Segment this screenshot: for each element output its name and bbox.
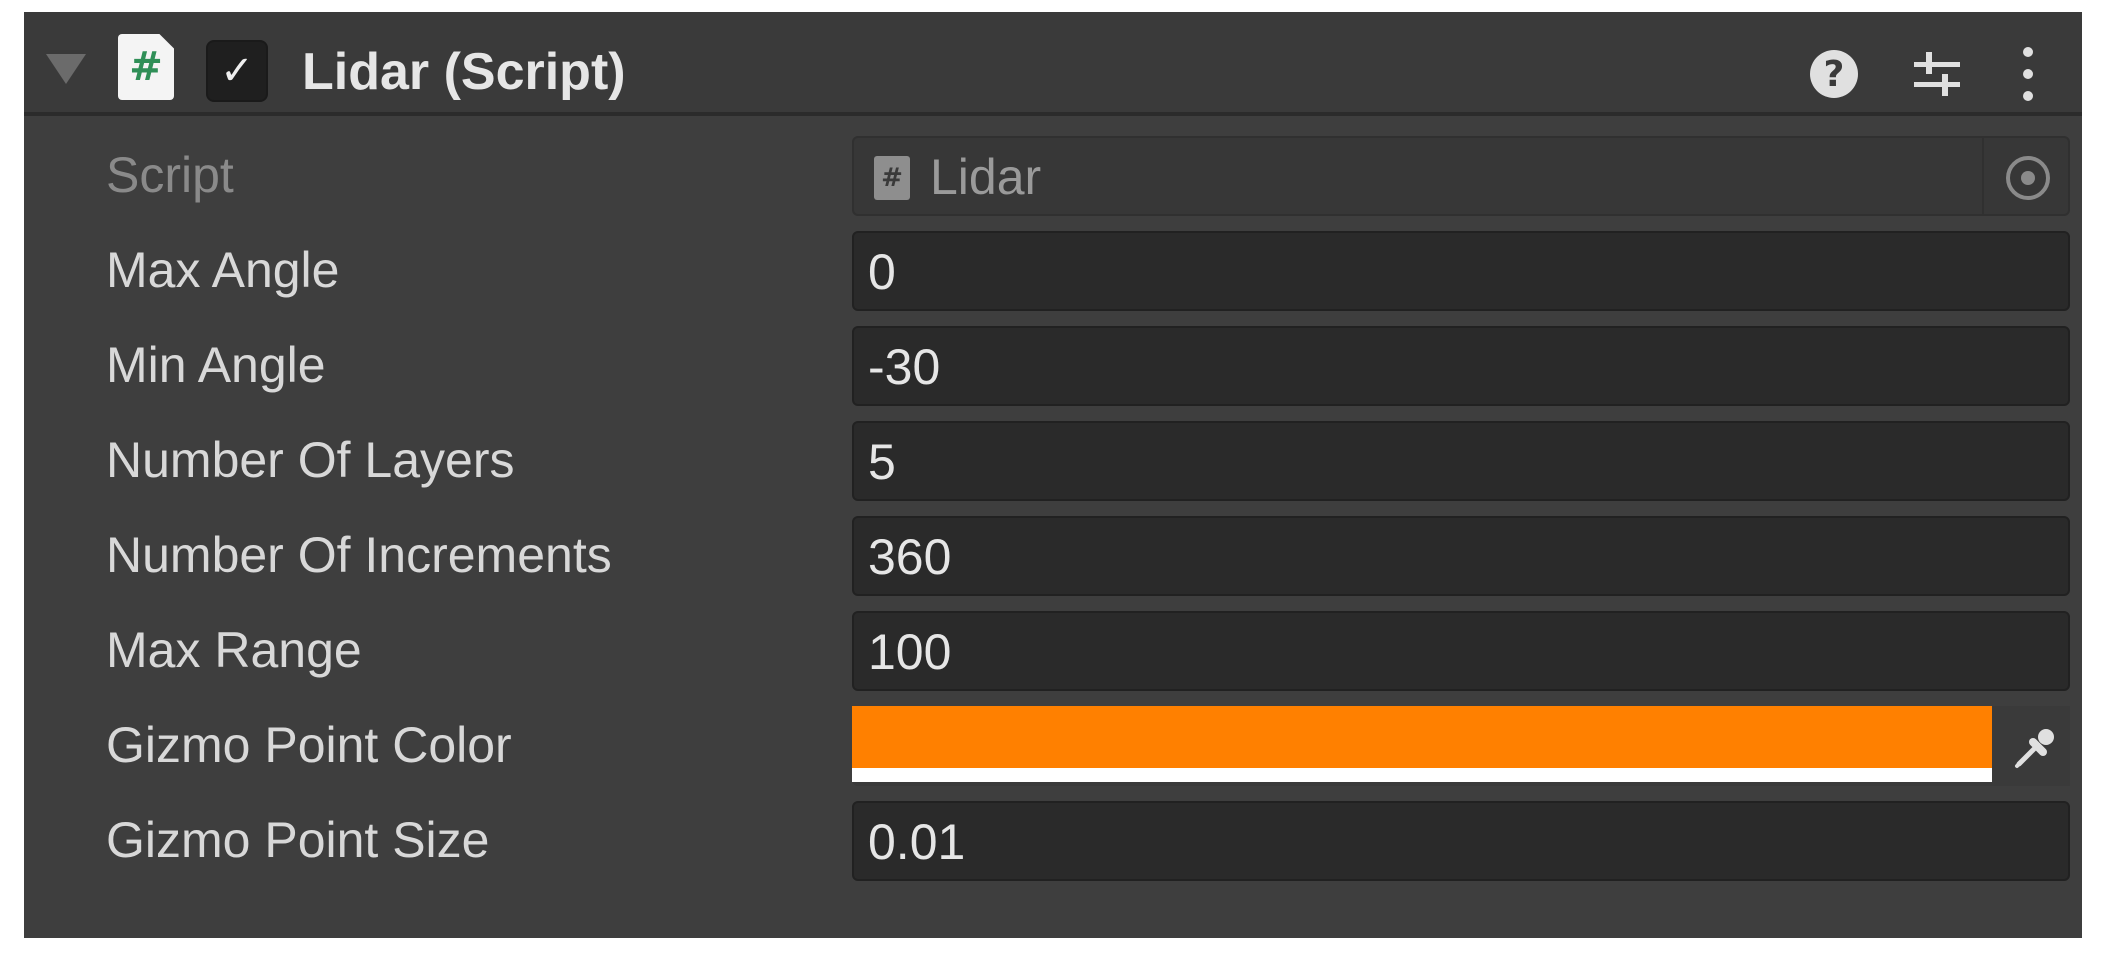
number-of-layers-input[interactable]: 5 xyxy=(852,421,2070,501)
field-label: Number Of Layers xyxy=(106,432,515,488)
color-swatch[interactable] xyxy=(852,706,1992,768)
eyedropper-icon[interactable] xyxy=(2000,706,2070,786)
script-object-field[interactable]: # Lidar xyxy=(852,136,2070,216)
inspector-component-panel: # ✓ Lidar (Script) ? Script # Lidar Max … xyxy=(24,12,2082,938)
field-value: Lidar xyxy=(930,149,1042,205)
object-picker-icon[interactable] xyxy=(2006,156,2050,200)
field-row-max-range: Max Range 100 xyxy=(24,609,2082,693)
gizmo-point-color-field[interactable] xyxy=(852,706,2070,786)
field-value: 360 xyxy=(868,529,952,585)
component-enabled-checkbox[interactable]: ✓ xyxy=(206,40,268,102)
triangle-down-icon[interactable] xyxy=(46,54,86,84)
field-value: 5 xyxy=(868,434,896,490)
field-value: -30 xyxy=(868,339,941,395)
field-label: Max Angle xyxy=(106,242,340,298)
field-label: Min Angle xyxy=(106,337,326,393)
field-value: 100 xyxy=(868,624,952,680)
field-label: Script xyxy=(106,147,234,203)
field-row-max-angle: Max Angle 0 xyxy=(24,229,2082,313)
divider xyxy=(1982,138,1984,214)
field-row-min-angle: Min Angle -30 xyxy=(24,324,2082,408)
component-header[interactable]: # ✓ Lidar (Script) ? xyxy=(24,12,2082,116)
min-angle-input[interactable]: -30 xyxy=(852,326,2070,406)
field-row-number-of-layers: Number Of Layers 5 xyxy=(24,419,2082,503)
field-label: Max Range xyxy=(106,622,362,678)
alpha-bar xyxy=(852,768,1992,782)
max-angle-input[interactable]: 0 xyxy=(852,231,2070,311)
component-title: Lidar (Script) xyxy=(302,43,626,101)
gizmo-point-size-input[interactable]: 0.01 xyxy=(852,801,2070,881)
sliders-icon[interactable] xyxy=(1912,48,1962,100)
csharp-script-icon: # xyxy=(874,156,910,200)
field-label: Gizmo Point Size xyxy=(106,812,490,868)
field-label: Gizmo Point Color xyxy=(106,717,512,773)
field-row-number-of-increments: Number Of Increments 360 xyxy=(24,514,2082,598)
field-row-gizmo-point-size: Gizmo Point Size 0.01 xyxy=(24,799,2082,883)
field-value: 0.01 xyxy=(868,814,966,870)
help-icon[interactable]: ? xyxy=(1810,50,1858,98)
csharp-script-icon: # xyxy=(118,34,174,100)
field-row-script: Script # Lidar xyxy=(24,134,2082,218)
max-range-input[interactable]: 100 xyxy=(852,611,2070,691)
field-row-gizmo-point-color: Gizmo Point Color xyxy=(24,704,2082,788)
number-of-increments-input[interactable]: 360 xyxy=(852,516,2070,596)
kebab-menu-icon[interactable] xyxy=(2022,46,2034,102)
field-value: 0 xyxy=(868,244,896,300)
field-label: Number Of Increments xyxy=(106,527,612,583)
